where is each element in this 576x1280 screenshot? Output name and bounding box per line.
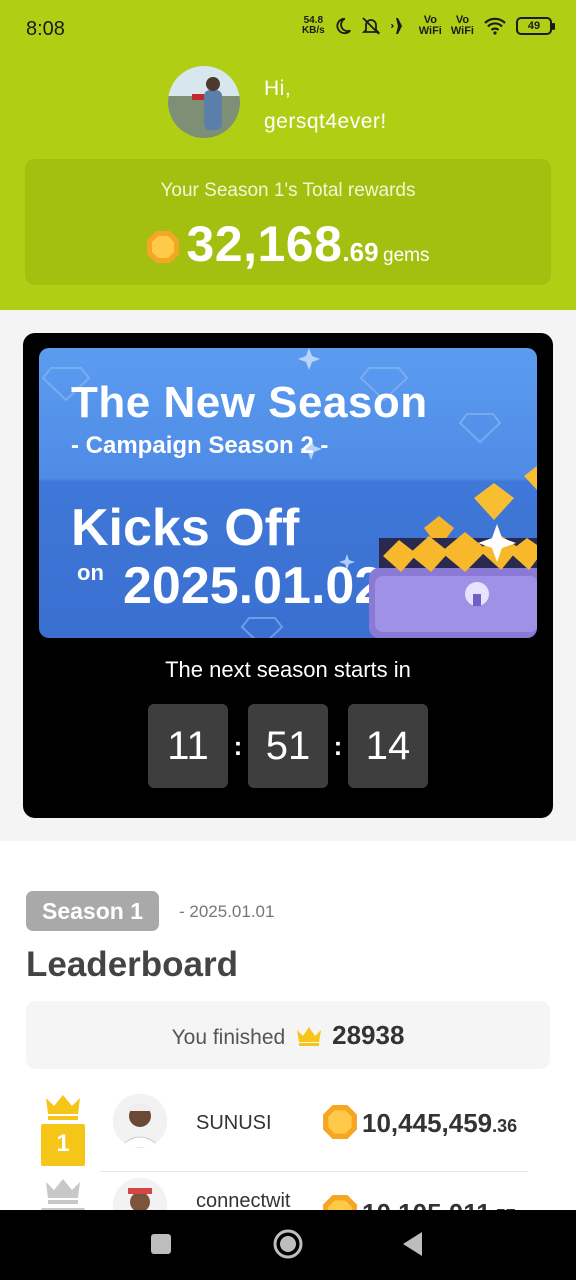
next-season-text: The next season starts in [165,657,411,682]
banner-on: on [77,560,104,585]
season-countdown-card: The New Season - Campaign Season 2 - Kic… [23,333,553,818]
back-button[interactable] [402,1231,424,1257]
vo-wifi-2: Vo WiFi [450,14,474,37]
system-nav-bar [0,1210,576,1280]
rewards-amount: 32,168.69 gems [25,215,551,273]
user-avatar[interactable] [168,66,240,138]
header-area: 8:08 54.8 KB/s Vo WiFi Vo WiFi 49 Hi, ge… [0,0,576,310]
recent-apps-button[interactable] [150,1229,172,1261]
season-badge: Season 1 [26,891,159,931]
banner-date: 2025.01.02! [123,557,401,615]
status-icons: 54.8 KB/s Vo WiFi Vo WiFi 49 [301,14,555,37]
greeting: Hi, gersqt4ever! [264,72,387,138]
airplane-icon [390,18,409,34]
gem-icon [147,231,180,263]
countdown-seconds: 14 [348,704,428,788]
leaderboard-title: Leaderboard [26,945,238,984]
finished-rank-card: You finished 28938 [26,1001,550,1069]
bell-off-icon [361,17,380,35]
rewards-card: Your Season 1's Total rewards 32,168.69 … [25,159,551,285]
new-season-banner[interactable]: The New Season - Campaign Season 2 - Kic… [39,348,537,638]
player-name: SUNUSI [196,1112,272,1134]
moon-icon [336,17,351,35]
username: gersqt4ever! [264,110,387,133]
network-speed: 54.8 KB/s [301,15,325,36]
wifi-icon [484,17,506,35]
rank-number: 1 [56,1130,70,1157]
finished-text: You finished [171,1026,286,1049]
banner-subtitle: - Campaign Season 2 - [71,432,329,459]
banner-kicks-off: Kicks Off [71,499,300,557]
countdown-hours: 11 [148,704,228,788]
greeting-hi: Hi, [264,77,292,100]
status-time: 8:08 [26,18,65,40]
player-score: 10,445,459.36 [362,1108,518,1138]
banner-title: The New Season [71,378,428,427]
countdown-separator: : [333,730,343,761]
countdown-separator: : [233,730,243,761]
home-button[interactable] [271,1227,305,1261]
avatar [113,1094,167,1148]
avatar-photo [168,66,240,138]
status-bar: 8:08 54.8 KB/s Vo WiFi Vo WiFi 49 [0,0,576,58]
season-date: - 2025.01.01 [179,902,275,921]
countdown-timer: 11 : 51 : 14 [148,704,428,788]
row-divider [100,1171,528,1172]
vo-wifi-1: Vo WiFi [418,14,442,37]
countdown-minutes: 51 [248,704,328,788]
leaderboard-row[interactable]: 1 SUNUSI 10,445,459.36 [40,1094,528,1176]
battery-icon: 49 [516,17,555,35]
finished-rank: 28938 [332,1020,405,1050]
crown-icon [296,1027,321,1046]
treasure-chest-icon [369,466,537,638]
gem-icon [323,1105,357,1139]
rewards-label: Your Season 1's Total rewards [160,180,416,201]
